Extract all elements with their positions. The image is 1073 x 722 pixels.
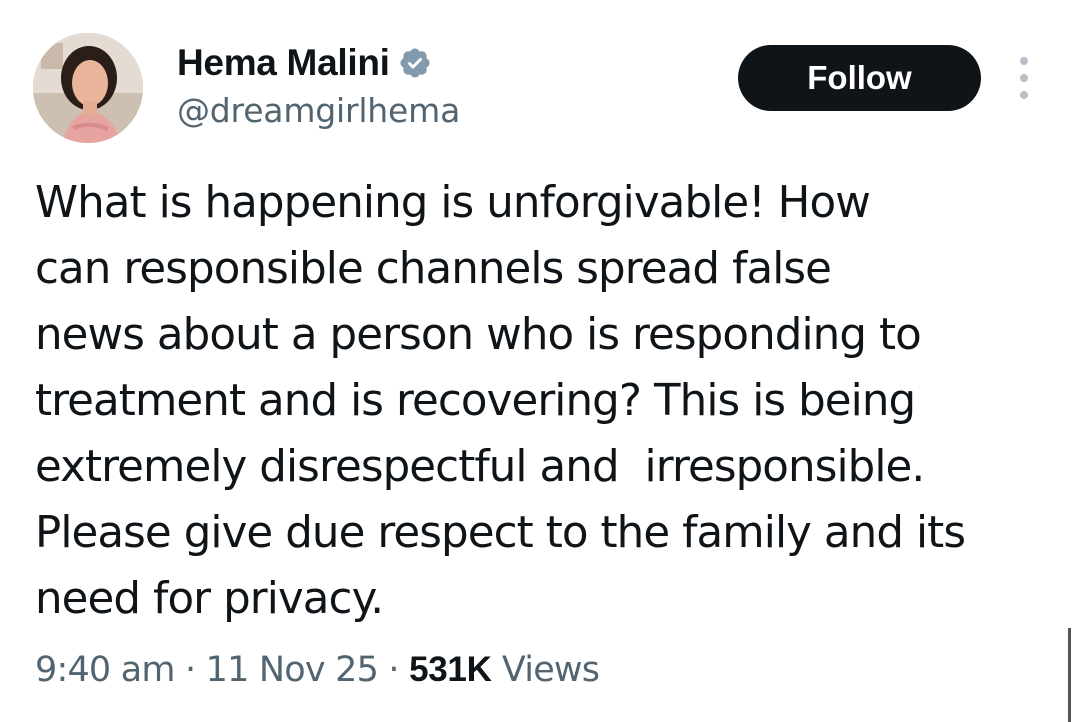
- tweet-date[interactable]: 11 Nov 25: [206, 650, 379, 690]
- author-name-row: Hema Malini: [177, 40, 432, 86]
- tweet-card: Hema Malini @dreamgirlhema Follow What i…: [0, 0, 1073, 722]
- tweet-text: What is happening is unforgivable! How ca…: [35, 170, 1045, 632]
- meta-separator: ·: [388, 650, 399, 690]
- tweet-time[interactable]: 9:40 am: [35, 650, 175, 690]
- views-count: 531K: [409, 650, 492, 689]
- scrollbar[interactable]: [1068, 628, 1071, 722]
- tweet-text-line: extremely disrespectful and irresponsibl…: [35, 442, 925, 492]
- meta-separator: ·: [185, 650, 196, 690]
- author-display-name[interactable]: Hema Malini: [177, 42, 390, 84]
- tweet-text-line: need for privacy.: [35, 574, 384, 624]
- tweet-text-line: treatment and is recovering? This is bei…: [35, 376, 916, 426]
- more-dot: [1020, 91, 1028, 99]
- author-handle[interactable]: @dreamgirlhema: [177, 91, 460, 130]
- more-dot: [1020, 57, 1028, 65]
- tweet-meta: 9:40 am · 11 Nov 25 · 531K Views: [35, 650, 600, 696]
- more-vertical-icon[interactable]: [1012, 57, 1036, 99]
- avatar[interactable]: [33, 33, 143, 143]
- tweet-text-line: What is happening is unforgivable! How: [35, 178, 871, 228]
- follow-button[interactable]: Follow: [738, 45, 981, 111]
- verified-badge-icon: [398, 46, 432, 80]
- views-label: Views: [501, 650, 600, 690]
- avatar-photo: [33, 33, 143, 143]
- tweet-text-line: can responsible channels spread false: [35, 244, 832, 294]
- more-dot: [1020, 74, 1028, 82]
- tweet-text-line: news about a person who is responding to: [35, 310, 922, 360]
- tweet-text-line: Please give due respect to the family an…: [35, 508, 966, 558]
